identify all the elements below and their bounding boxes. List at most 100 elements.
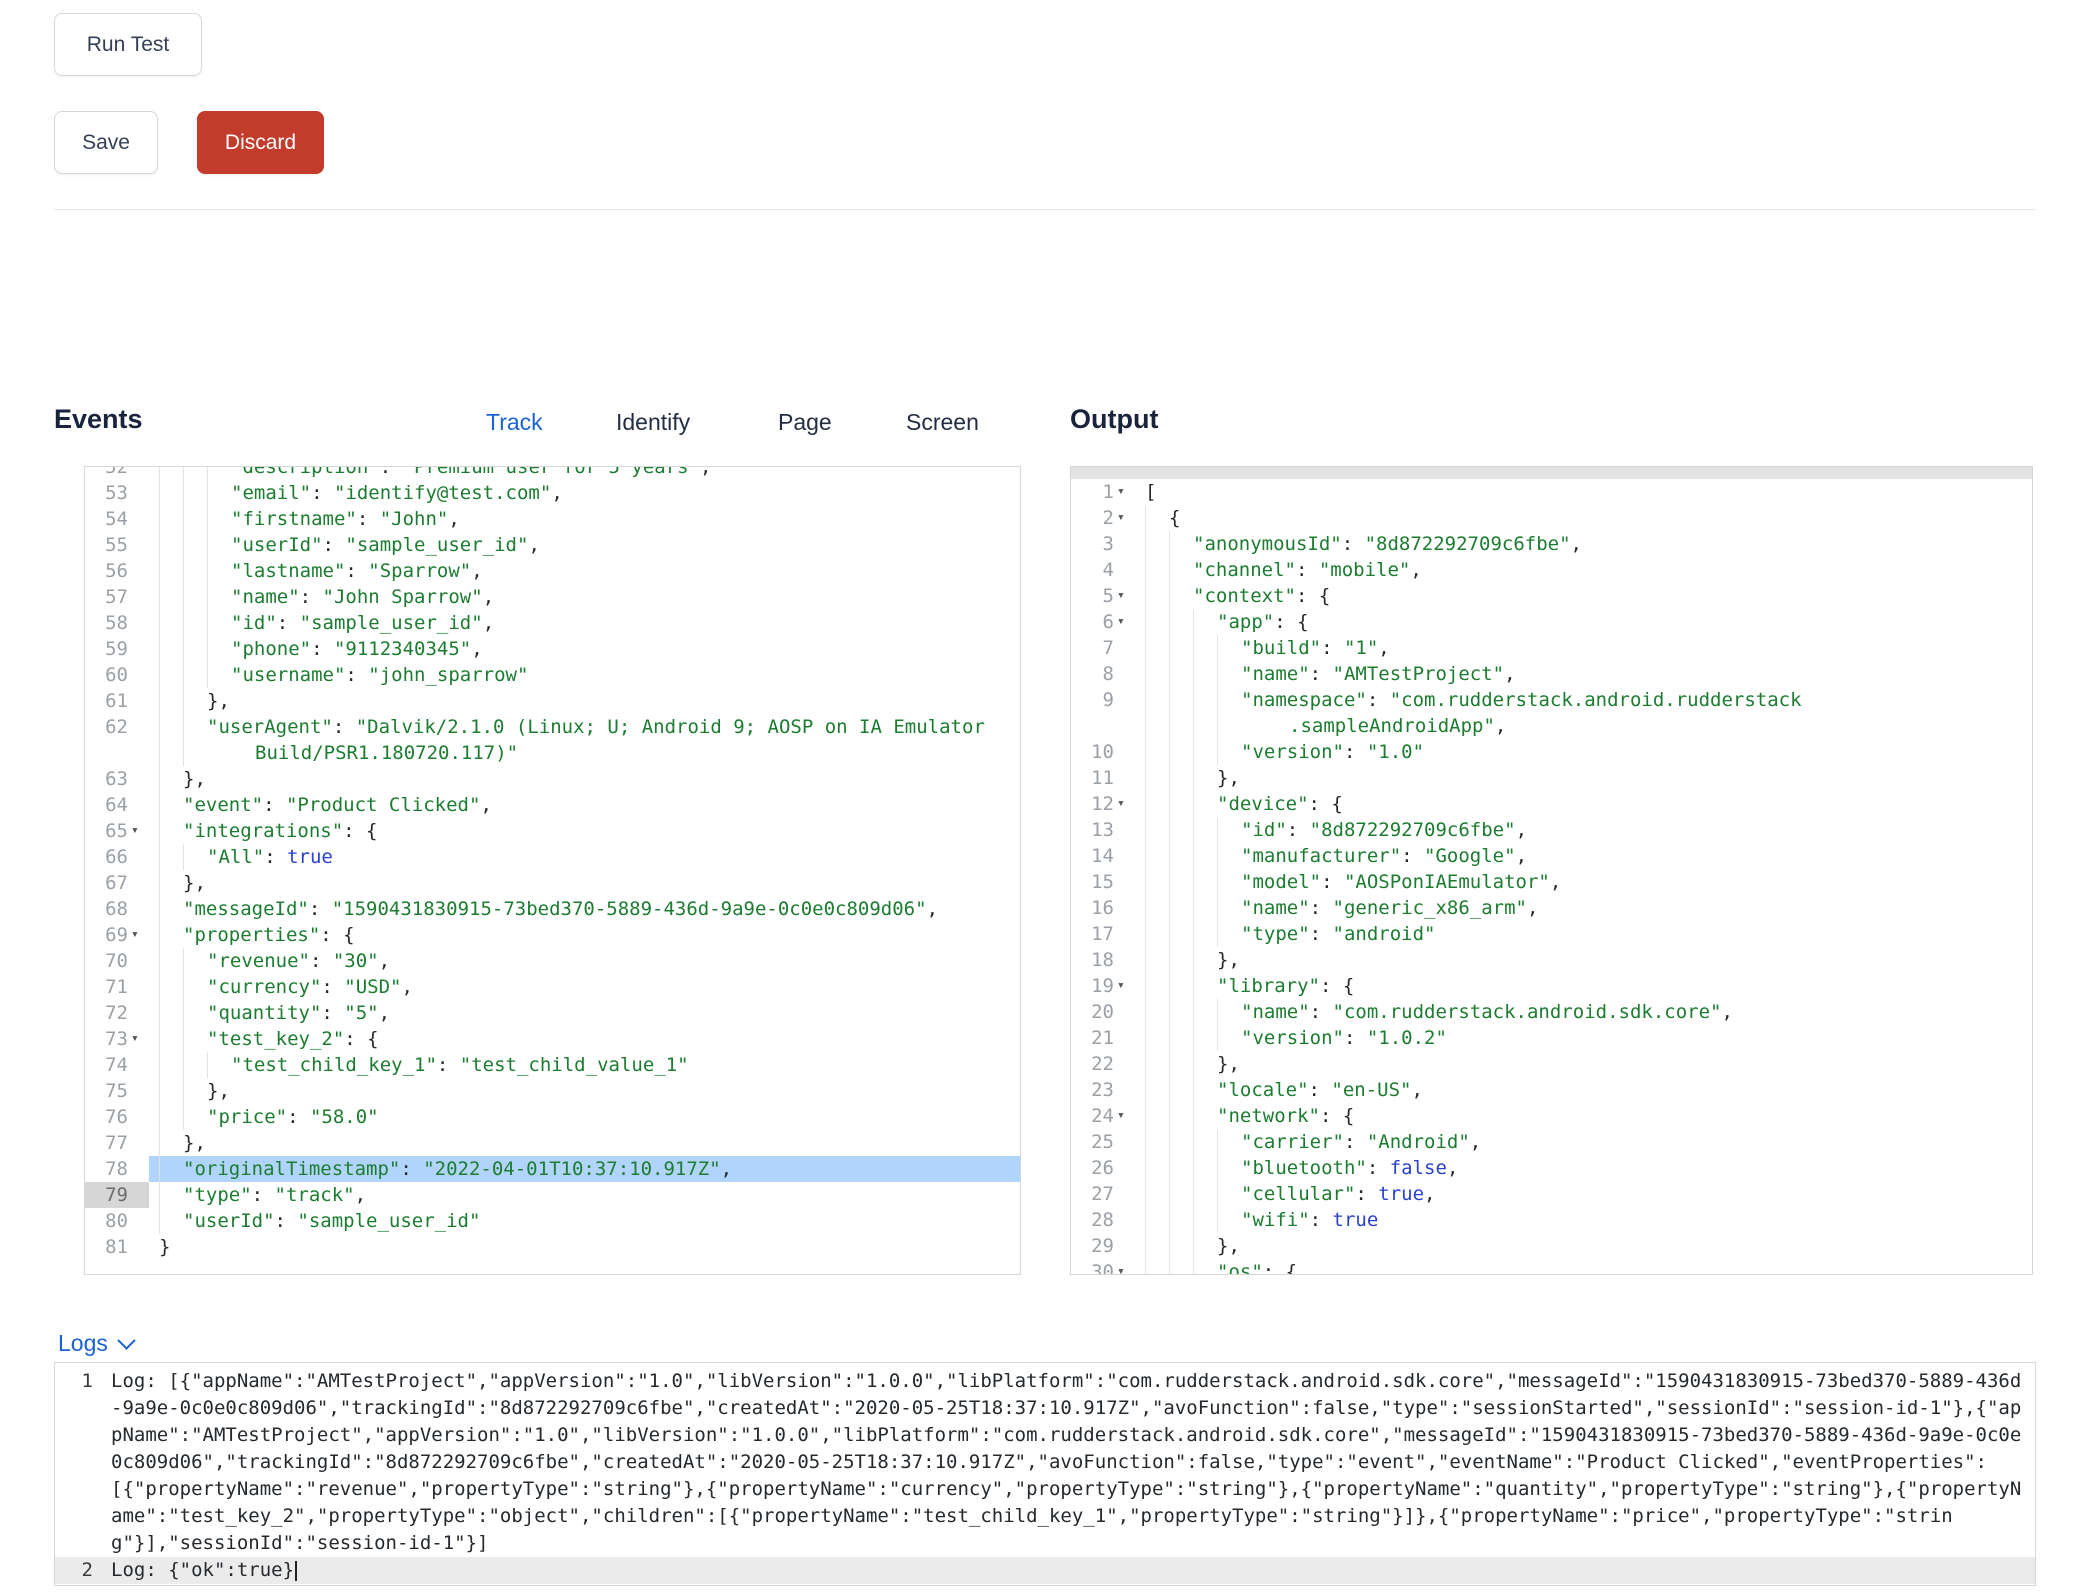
gutter-cell[interactable]: 16 [1071, 895, 1135, 921]
gutter-cell[interactable]: 1▾ [1071, 479, 1135, 505]
code-line[interactable]: 23"locale": "en-US", [1071, 1077, 2032, 1103]
gutter-cell[interactable]: 62 [85, 714, 149, 740]
code-line[interactable]: 22}, [1071, 1051, 2032, 1077]
fold-arrow-icon[interactable]: ▾ [1114, 583, 1135, 609]
gutter-cell[interactable]: 75 [85, 1078, 149, 1104]
gutter-cell[interactable]: 55 [85, 532, 149, 558]
code-line[interactable]: 27"cellular": true, [1071, 1181, 2032, 1207]
code-line[interactable]: 65▾"integrations": { [85, 818, 1020, 844]
fold-arrow-icon[interactable]: ▾ [128, 1026, 149, 1052]
code-line[interactable]: 59"phone": "9112340345", [85, 636, 1020, 662]
code-line[interactable]: 24▾"network": { [1071, 1103, 2032, 1129]
code-line[interactable]: 54"firstname": "John", [85, 506, 1020, 532]
code-line[interactable]: 55"userId": "sample_user_id", [85, 532, 1020, 558]
code-line[interactable]: 18}, [1071, 947, 2032, 973]
gutter-cell[interactable]: 28 [1071, 1207, 1135, 1233]
gutter-cell[interactable]: 13 [1071, 817, 1135, 843]
gutter-cell[interactable]: 77 [85, 1130, 149, 1156]
logs-toggle[interactable]: Logs [58, 1330, 133, 1357]
fold-arrow-icon[interactable]: ▾ [1114, 479, 1135, 505]
fold-arrow-icon[interactable]: ▾ [1114, 505, 1135, 531]
code-line[interactable]: 77}, [85, 1130, 1020, 1156]
code-line[interactable]: 4"channel": "mobile", [1071, 557, 2032, 583]
gutter-cell[interactable]: 65▾ [85, 818, 149, 844]
fold-arrow-icon[interactable]: ▾ [128, 818, 149, 844]
gutter-cell[interactable]: 54 [85, 506, 149, 532]
gutter-cell[interactable]: 3 [1071, 531, 1135, 557]
gutter-cell[interactable]: 70 [85, 948, 149, 974]
gutter-cell[interactable]: 69▾ [85, 922, 149, 948]
code-line[interactable]: 70"revenue": "30", [85, 948, 1020, 974]
code-line[interactable]: 25"carrier": "Android", [1071, 1129, 2032, 1155]
gutter-cell[interactable]: 23 [1071, 1077, 1135, 1103]
gutter-cell[interactable]: 15 [1071, 869, 1135, 895]
fold-arrow-icon[interactable]: ▾ [128, 922, 149, 948]
gutter-cell[interactable]: 72 [85, 1000, 149, 1026]
code-line[interactable]: 1▾[ [1071, 479, 2032, 505]
code-line[interactable]: 73▾"test_key_2": { [85, 1026, 1020, 1052]
gutter-cell[interactable]: 8 [1071, 661, 1135, 687]
code-line[interactable]: 10"version": "1.0" [1071, 739, 2032, 765]
gutter-cell[interactable]: 58 [85, 610, 149, 636]
code-line[interactable]: 62"userAgent": "Dalvik/2.1.0 (Linux; U; … [85, 714, 1020, 766]
gutter-cell[interactable]: 80 [85, 1208, 149, 1234]
code-line[interactable]: 76"price": "58.0" [85, 1104, 1020, 1130]
save-button[interactable]: Save [54, 111, 158, 174]
code-line[interactable]: 63}, [85, 766, 1020, 792]
gutter-cell[interactable]: 22 [1071, 1051, 1135, 1077]
gutter-cell[interactable]: 66 [85, 844, 149, 870]
code-line[interactable]: 30▾"os": { [1071, 1259, 2032, 1275]
gutter-cell[interactable]: 4 [1071, 557, 1135, 583]
code-line[interactable]: 29}, [1071, 1233, 2032, 1259]
tab-page[interactable]: Page [778, 409, 832, 436]
code-line[interactable]: 16"name": "generic_x86_arm", [1071, 895, 2032, 921]
gutter-cell[interactable]: 64 [85, 792, 149, 818]
gutter-cell[interactable]: 74 [85, 1052, 149, 1078]
discard-button[interactable]: Discard [197, 111, 324, 174]
code-line[interactable]: 74"test_child_key_1": "test_child_value_… [85, 1052, 1020, 1078]
code-line[interactable]: 3"anonymousId": "8d872292709c6fbe", [1071, 531, 2032, 557]
code-line[interactable]: 58"id": "sample_user_id", [85, 610, 1020, 636]
gutter-cell[interactable]: 24▾ [1071, 1103, 1135, 1129]
log-entry[interactable]: 2Log: {"ok":true} [55, 1557, 2035, 1584]
code-line[interactable]: 78"originalTimestamp": "2022-04-01T10:37… [85, 1156, 1020, 1182]
code-line[interactable]: 68"messageId": "1590431830915-73bed370-5… [85, 896, 1020, 922]
code-line[interactable]: 15"model": "AOSPonIAEmulator", [1071, 869, 2032, 895]
code-line[interactable]: 72"quantity": "5", [85, 1000, 1020, 1026]
gutter-cell[interactable]: 20 [1071, 999, 1135, 1025]
code-line[interactable]: 80"userId": "sample_user_id" [85, 1208, 1020, 1234]
gutter-cell[interactable]: 12▾ [1071, 791, 1135, 817]
code-line[interactable]: 66"All": true [85, 844, 1020, 870]
gutter-cell[interactable]: 29 [1071, 1233, 1135, 1259]
fold-arrow-icon[interactable]: ▾ [1114, 791, 1135, 817]
fold-arrow-icon[interactable]: ▾ [1114, 609, 1135, 635]
output-json-editor[interactable]: 1▾[2▾{3"anonymousId": "8d872292709c6fbe"… [1070, 466, 2033, 1275]
gutter-cell[interactable]: 10 [1071, 739, 1135, 765]
gutter-cell[interactable]: 73▾ [85, 1026, 149, 1052]
gutter-cell[interactable]: 14 [1071, 843, 1135, 869]
gutter-cell[interactable]: 57 [85, 584, 149, 610]
fold-arrow-icon[interactable]: ▾ [1114, 973, 1135, 999]
gutter-cell[interactable]: 56 [85, 558, 149, 584]
code-line[interactable]: 56"lastname": "Sparrow", [85, 558, 1020, 584]
code-line[interactable]: 28"wifi": true [1071, 1207, 2032, 1233]
gutter-cell[interactable]: 19▾ [1071, 973, 1135, 999]
code-line[interactable]: 19▾"library": { [1071, 973, 2032, 999]
gutter-cell[interactable]: 67 [85, 870, 149, 896]
code-line[interactable]: 21"version": "1.0.2" [1071, 1025, 2032, 1051]
gutter-cell[interactable]: 18 [1071, 947, 1135, 973]
code-line[interactable]: 75}, [85, 1078, 1020, 1104]
code-line[interactable]: 13"id": "8d872292709c6fbe", [1071, 817, 2032, 843]
code-line[interactable]: 71"currency": "USD", [85, 974, 1020, 1000]
gutter-cell[interactable]: 52 [85, 466, 149, 480]
gutter-cell[interactable]: 27 [1071, 1181, 1135, 1207]
code-line[interactable]: 61}, [85, 688, 1020, 714]
code-line[interactable]: 17"type": "android" [1071, 921, 2032, 947]
gutter-cell[interactable]: 81 [85, 1234, 149, 1260]
gutter-cell[interactable]: 53 [85, 480, 149, 506]
tab-screen[interactable]: Screen [906, 409, 979, 436]
code-line[interactable]: 81} [85, 1234, 1020, 1260]
events-json-editor[interactable]: 52"description": "Premium user for 5 yea… [84, 466, 1021, 1275]
code-line[interactable]: 8"name": "AMTestProject", [1071, 661, 2032, 687]
code-line[interactable]: 69▾"properties": { [85, 922, 1020, 948]
